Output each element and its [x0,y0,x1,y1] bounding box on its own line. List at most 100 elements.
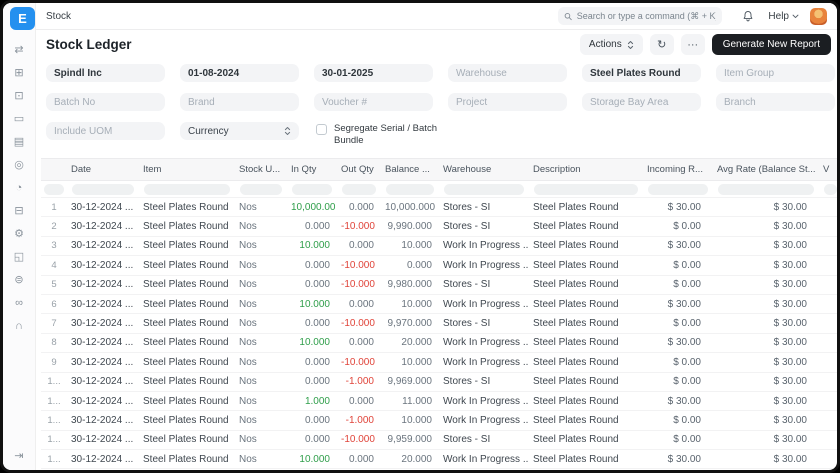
table-row[interactable]: 2 30-12-2024 ... Steel Plates Round Nos 0.00… [41,216,837,237]
storage-bay-area-filter[interactable] [582,93,701,111]
column-filter-input[interactable] [824,183,837,195]
generate-new-report-button[interactable]: Generate New Report [711,34,831,55]
column-filter-input[interactable] [534,183,638,195]
balance-cell: 9,990.000 [381,216,439,237]
description-cell: Steel Plates Round [529,275,643,295]
company-filter[interactable] [46,64,165,82]
table-row[interactable]: 1... 30-12-2024 ... Steel Plates Round Nos 0… [41,430,837,451]
database-icon[interactable]: ⊜ [12,274,27,287]
in-qty-cell: 0.000 [287,216,337,237]
sidebar: ⇄ ⊞ ⊡ ▭ ▤ ◎ ◔ ⊟ ⚙ ◱ ⊜ ∞ ∩ ⇥ [3,3,36,470]
expand-sidebar-icon[interactable]: ⇥ [3,449,35,462]
table-row[interactable]: 6 30-12-2024 ... Steel Plates Round Nos 10.0… [41,294,837,315]
notification-bell-icon[interactable] [742,10,754,22]
column-header-out-qty[interactable]: Out Qty [337,158,381,181]
from-date-filter[interactable] [180,64,299,82]
warehouse-cell: Stores - SI [439,372,529,392]
column-header-incoming-r[interactable]: Incoming R... [643,158,713,181]
select-updown-icon [627,40,633,49]
column-filter-input[interactable] [386,183,434,195]
link-icon[interactable]: ∞ [12,297,27,310]
folder-icon[interactable]: ◱ [12,251,27,264]
select-updown-icon [284,127,291,135]
item-box-icon[interactable]: ⊡ [12,90,27,103]
column-filter-input[interactable] [718,183,814,195]
table-row[interactable]: 9 30-12-2024 ... Steel Plates Round Nos 0.00… [41,352,837,373]
headphones-icon[interactable]: ∩ [12,320,27,333]
apps-icon[interactable]: ⊞ [12,67,27,80]
table-row[interactable]: 1... 30-12-2024 ... Steel Plates Round Nos 1… [41,391,837,412]
settings-icon[interactable]: ⚙ [12,228,27,241]
printer-icon[interactable]: ⊟ [12,205,27,218]
calendar-icon[interactable]: ▤ [12,136,27,149]
warehouse-cell: Work In Progress ... [439,294,529,315]
warehouse-cell: Stores - SI [439,197,529,218]
breadcrumb[interactable]: Stock [46,11,71,22]
column-header-v[interactable]: V [819,158,837,181]
column-filter-input[interactable] [44,183,64,195]
shortcuts-icon[interactable]: ⇄ [12,44,27,57]
clipped-cell [819,255,837,276]
item-filter[interactable] [582,64,701,82]
incoming-rate-cell: $ 30.00 [643,236,713,257]
voucher-filter[interactable] [314,93,433,111]
checkbox-box[interactable] [316,124,327,135]
column-filter-input[interactable] [144,183,230,195]
column-filter-input[interactable] [342,183,376,195]
clipped-cell [819,294,837,315]
item-group-filter[interactable] [716,64,835,82]
segregate-serial-batch-checkbox[interactable]: Segregate Serial / Batch Bundle [316,123,462,148]
column-filter-input[interactable] [444,183,524,195]
column-header-balance[interactable]: Balance ... [381,158,439,181]
currency-select[interactable]: Currency [180,122,299,140]
table-row[interactable]: 7 30-12-2024 ... Steel Plates Round Nos 0.00… [41,313,837,334]
out-qty-cell: 0.000 [337,294,381,315]
help-menu[interactable]: Help [768,11,799,22]
description-cell: Steel Plates Round [529,410,643,431]
globe-icon[interactable]: ◎ [12,159,27,172]
global-search[interactable] [558,7,723,25]
balance-cell: 9,969.000 [381,372,439,392]
clipped-cell [819,430,837,451]
user-avatar[interactable] [810,7,827,25]
in-qty-cell: 1.000 [287,391,337,412]
uom-cell: Nos [235,294,287,315]
to-date-filter[interactable] [314,64,433,82]
column-header-date[interactable]: Date [67,158,139,181]
branch-filter[interactable] [716,93,835,111]
column-filter-input[interactable] [72,183,134,195]
batch-no-filter[interactable] [46,93,165,111]
column-header-avg-rate-balance-st[interactable]: Avg Rate (Balance St... [713,158,819,181]
table-row[interactable]: 4 30-12-2024 ... Steel Plates Round Nos 0.00… [41,255,837,276]
column-filter-input[interactable] [240,183,282,195]
column-header-description[interactable]: Description [529,158,643,181]
column-header-stock-u[interactable]: Stock U... [235,158,287,181]
pie-chart-icon[interactable]: ◔ [12,182,27,195]
actions-button[interactable]: Actions [579,34,643,55]
brand-filter[interactable] [180,93,299,111]
column-header-rownum[interactable] [41,158,67,181]
include-uom-filter[interactable] [46,122,165,140]
erpnext-logo[interactable]: E [10,7,35,30]
refresh-button[interactable]: ↻ [649,34,674,55]
column-header-in-qty[interactable]: In Qty [287,158,337,181]
column-header-warehouse[interactable]: Warehouse [439,158,529,181]
balance-cell: 10,000.000 [381,197,439,218]
table-row[interactable]: 1... 30-12-2024 ... Steel Plates Round Nos 1… [41,449,837,470]
more-options-button[interactable]: ··· [680,34,705,55]
table-row[interactable]: 1... 30-12-2024 ... Steel Plates Round Nos 0… [41,410,837,431]
table-row[interactable]: 5 30-12-2024 ... Steel Plates Round Nos 0.00… [41,275,837,295]
column-filter-input[interactable] [648,183,708,195]
table-row[interactable]: 3 30-12-2024 ... Steel Plates Round Nos 10.0… [41,236,837,257]
column-filter-input[interactable] [292,183,332,195]
search-input[interactable] [576,11,717,21]
table-row[interactable]: 1... 30-12-2024 ... Steel Plates Round Nos 0… [41,372,837,392]
warehouse-cell: Work In Progress ... [439,391,529,412]
warehouse-filter[interactable] [448,64,567,82]
project-filter[interactable] [448,93,567,111]
warehouse-cell: Work In Progress ... [439,352,529,373]
table-row[interactable]: 8 30-12-2024 ... Steel Plates Round Nos 10.0… [41,333,837,354]
column-header-item[interactable]: Item [139,158,235,181]
card-icon[interactable]: ▭ [12,113,27,126]
table-row[interactable]: 1 30-12-2024 ... Steel Plates Round Nos 10,0… [41,197,837,218]
